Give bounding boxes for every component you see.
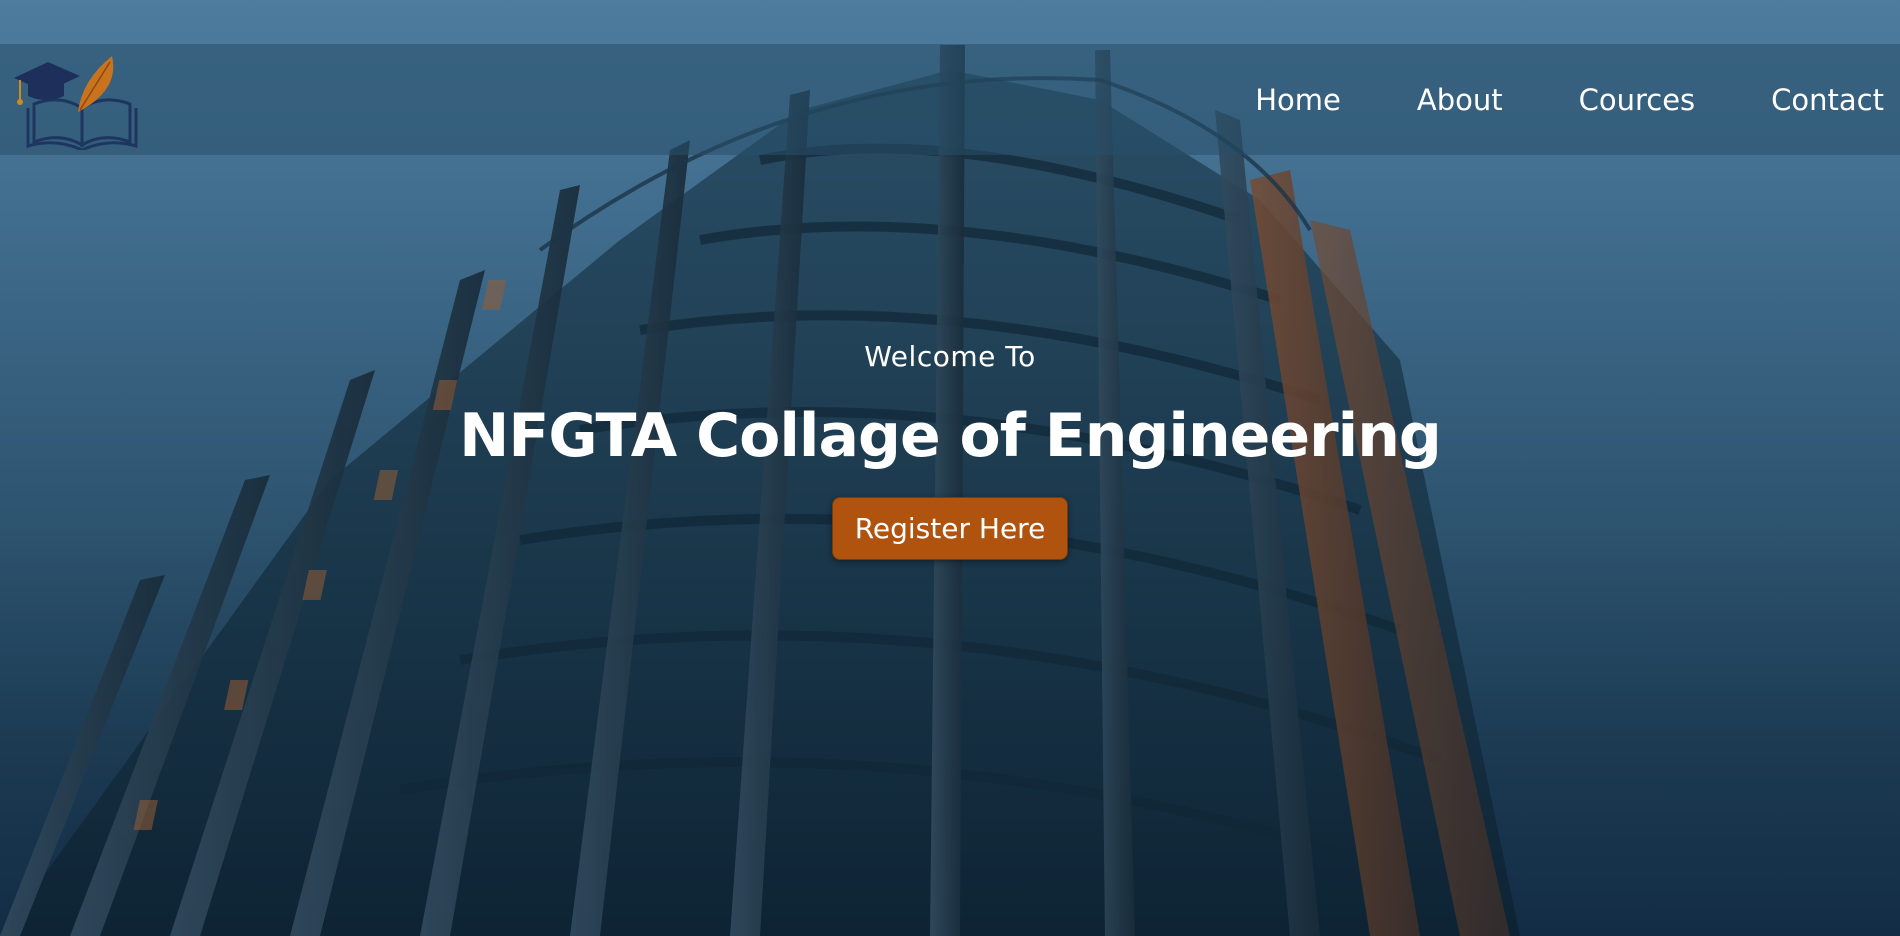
hero-title: NFGTA Collage of Engineering (459, 401, 1442, 471)
logo[interactable] (12, 50, 142, 152)
nav-courses[interactable]: Cources (1579, 83, 1696, 117)
nav-home[interactable]: Home (1255, 83, 1341, 117)
welcome-text: Welcome To (864, 340, 1036, 373)
graduation-cap-book-quill-logo-icon (14, 56, 138, 152)
nav-contact[interactable]: Contact (1771, 83, 1884, 117)
navbar: Home About Cources Contact (0, 44, 1900, 155)
nav-about[interactable]: About (1417, 83, 1503, 117)
nav-links: Home About Cources Contact (1179, 44, 1900, 155)
hero-content: Welcome To NFGTA Collage of Engineering … (0, 340, 1900, 560)
register-button[interactable]: Register Here (831, 497, 1069, 560)
